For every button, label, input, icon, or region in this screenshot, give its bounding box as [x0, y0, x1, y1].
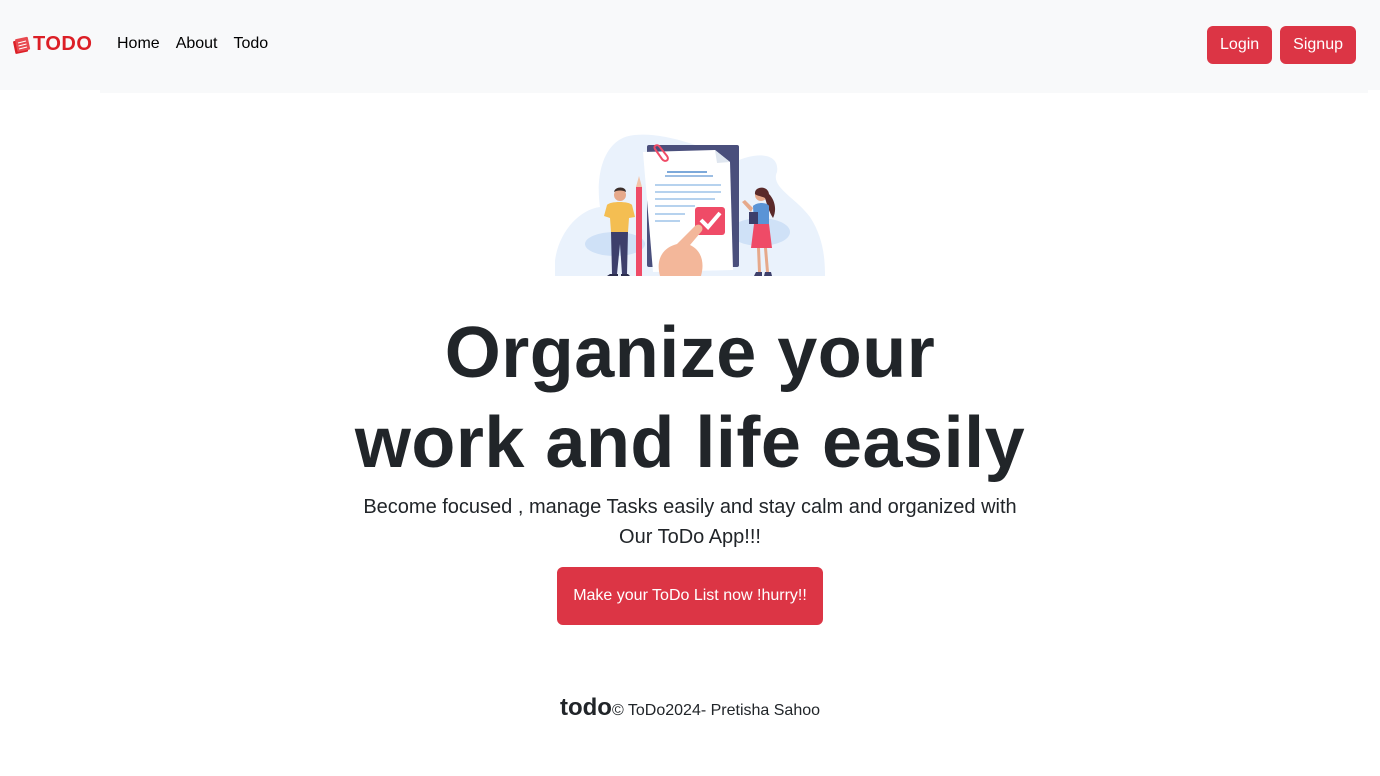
make-todo-list-button[interactable]: Make your ToDo List now !hurry!! — [557, 567, 823, 625]
nav-todo-link[interactable]: Todo — [234, 34, 269, 54]
auth-buttons: Login Signup — [1207, 26, 1356, 64]
headline-line-1: Organize your — [444, 313, 936, 393]
brand-link[interactable]: TODO — [12, 33, 92, 56]
footer-brand: todo — [559, 694, 612, 721]
navbar: TODO Home About Todo Login Signup — [0, 0, 1380, 90]
nav-about-link[interactable]: About — [176, 34, 218, 54]
nav-home-link[interactable]: Home — [117, 34, 160, 54]
todo-checklist-illustration — [555, 134, 825, 276]
hero-headline: Organize your work and life easily — [0, 308, 1380, 488]
footer-copyright: © ToDo2024- Pretisha Sahoo — [611, 702, 821, 719]
footer: todo© ToDo2024- Pretisha Sahoo — [0, 694, 1380, 722]
headline-line-2: work and life easily — [354, 403, 1026, 483]
signup-button[interactable]: Signup — [1280, 26, 1356, 64]
notes-icon — [13, 36, 31, 54]
nav-links: Home About Todo — [117, 34, 268, 54]
hero-lead-text: Become focused , manage Tasks easily and… — [363, 496, 1017, 548]
login-button[interactable]: Login — [1207, 26, 1273, 64]
navbar-shadow — [100, 90, 1368, 93]
brand-name: TODO — [33, 33, 93, 55]
